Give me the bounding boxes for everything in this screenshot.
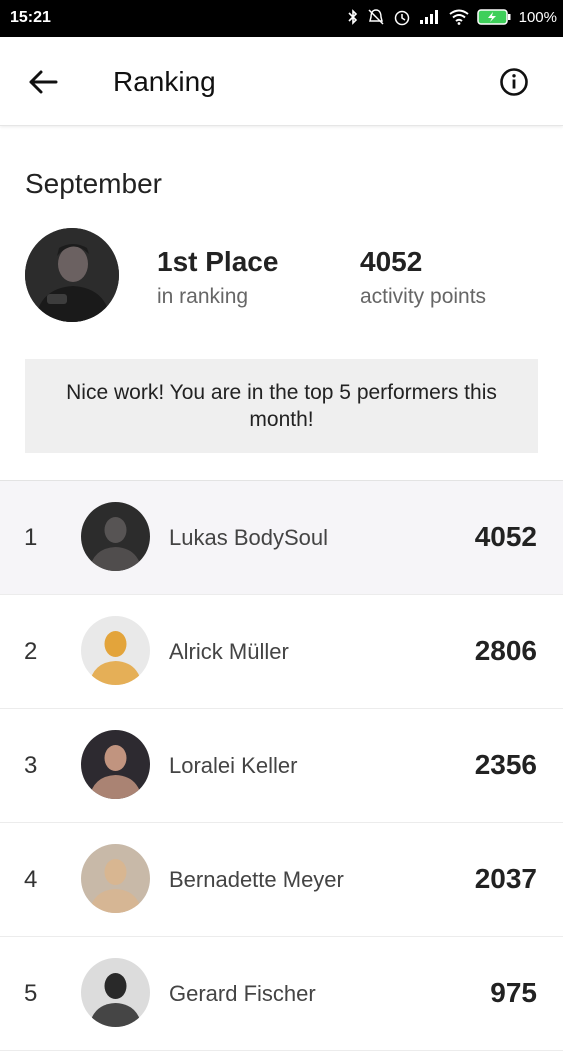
ranking-row[interactable]: 4 Bernadette Meyer 2037 [0,823,563,937]
avatar-image [81,958,150,1027]
rank-number: 5 [24,980,38,1007]
page-title: Ranking [113,66,216,97]
battery-icon [476,9,511,25]
participant-name: Lukas BodySoul [169,525,328,550]
participant-avatar [81,958,150,1027]
ranking-row[interactable]: 5 Gerard Fischer 975 [0,937,563,1051]
points-value: 4052 [360,246,423,277]
rank-number: 2 [24,638,38,665]
participant-avatar [81,844,150,913]
bell-muted-icon [368,9,384,25]
place-label: in ranking [157,285,249,308]
participant-points: 4052 [474,521,537,552]
bluetooth-icon [348,9,357,25]
participant-points: 975 [490,977,537,1008]
user-avatar [25,228,119,322]
participant-avatar [81,502,150,571]
ranking-list: 1 Lukas BodySoul 4052 2 Alrick Müller 2806 3 Lo… [0,480,563,1051]
performance-banner: Nice work! You are in the top 5 performe… [25,359,538,453]
info-icon[interactable] [499,67,529,97]
user-avatar-image [25,228,119,322]
avatar-image [81,844,150,913]
participant-name: Loralei Keller [169,753,298,778]
ranking-row[interactable]: 2 Alrick Müller 2806 [0,595,563,709]
avatar-image [81,502,150,571]
back-arrow-icon[interactable] [26,65,60,99]
status-bar: 15:21 100% [0,0,563,37]
participant-points: 2806 [474,635,537,666]
place-value: 1st Place [157,246,279,277]
participant-points: 2037 [474,863,537,894]
rank-number: 3 [24,752,38,779]
points-label: activity points [360,285,487,308]
participant-name: Gerard Fischer [169,981,316,1006]
participant-name: Alrick Müller [169,639,289,664]
battery-percent: 100% [518,8,557,26]
month-heading: September [25,168,162,199]
ranking-row[interactable]: 3 Loralei Keller 2356 [0,709,563,823]
performance-message: Nice work! You are in the top 5 performe… [66,381,497,431]
status-icons: 100% [347,8,557,26]
avatar-image [81,616,150,685]
rank-number: 4 [24,866,38,893]
wifi-icon [449,9,469,25]
participant-points: 2356 [474,749,537,780]
participant-avatar [81,616,150,685]
app-bar: Ranking [0,37,563,126]
rank-number: 1 [24,524,38,551]
participant-avatar [81,730,150,799]
alarm-icon [394,10,409,26]
avatar-image [81,730,150,799]
status-time: 15:21 [10,9,51,26]
signal-icon [419,10,438,24]
participant-name: Bernadette Meyer [169,867,344,892]
ranking-row[interactable]: 1 Lukas BodySoul 4052 [0,481,563,595]
